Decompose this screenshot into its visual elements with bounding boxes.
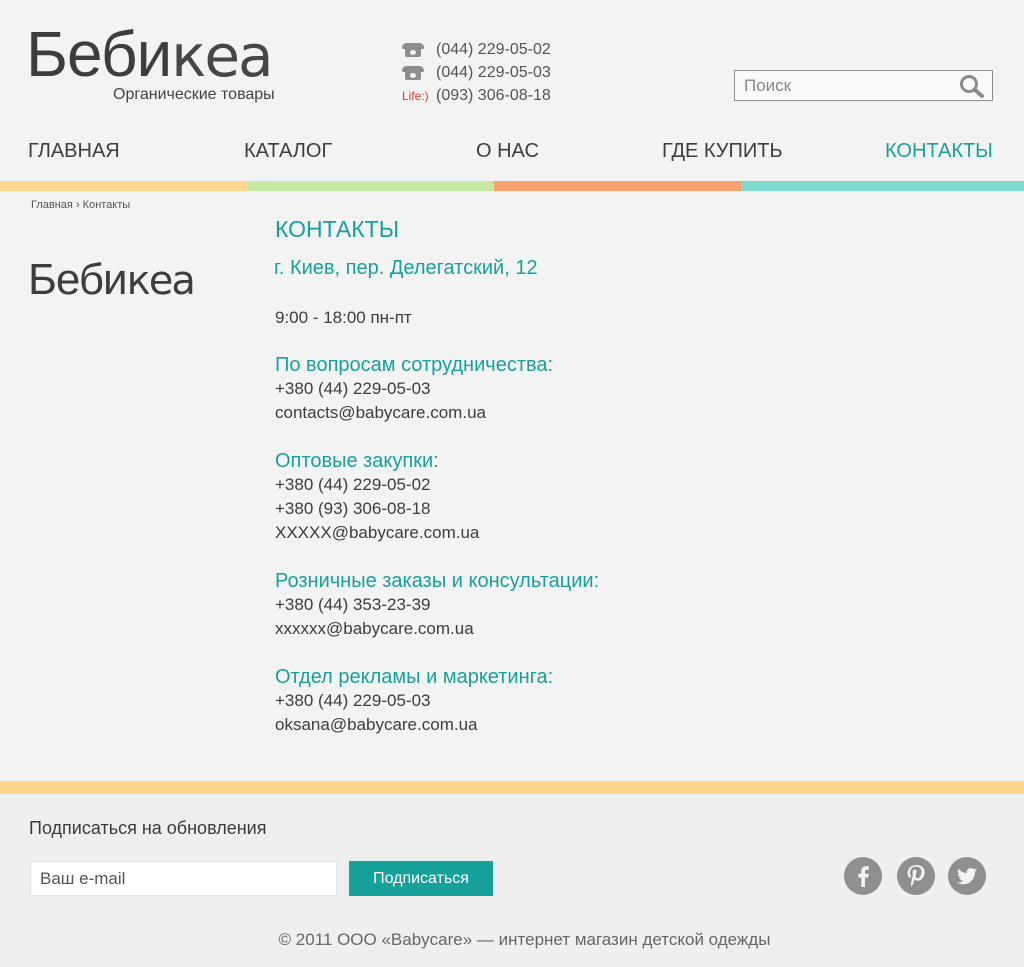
life-operator-label: Life:) (402, 88, 429, 103)
phone-row: (044) 229-05-02 (402, 38, 551, 61)
section-heading: Оптовые закупки: (275, 450, 439, 472)
sidebar-logo-part-1: Беби (28, 255, 128, 304)
phone-row: (044) 229-05-03 (402, 61, 551, 84)
nav-stripe-green (247, 181, 494, 191)
sidebar-logo: Бебикеа (28, 254, 196, 307)
breadcrumb-current: Контакты (82, 199, 131, 211)
phone-number[interactable]: (044) 229-05-02 (436, 41, 551, 59)
contact-section-marketing: Отдел рекламы и маркетинга: +380 (44) 22… (275, 665, 775, 737)
phone-number[interactable]: (093) 306-08-18 (436, 87, 551, 105)
page-title: КОНТАКТЫ (275, 216, 400, 242)
nav-item-contacts[interactable]: КОНТАКТЫ (885, 140, 993, 163)
facebook-icon[interactable] (844, 857, 882, 895)
working-hours: 9:00 - 18:00 пн-пт (275, 308, 412, 327)
email-field[interactable] (30, 861, 337, 896)
section-phone[interactable]: +380 (44) 229-05-02 (275, 473, 775, 497)
section-phone[interactable]: +380 (44) 353-23-39 (275, 593, 775, 617)
section-heading: По вопросам сотрудничества: (275, 354, 554, 376)
breadcrumb: Главная › Контакты (31, 199, 130, 211)
section-phone[interactable]: +380 (44) 229-05-03 (275, 377, 775, 401)
contact-section-retail: Розничные заказы и консультации: +380 (4… (275, 569, 775, 641)
section-email[interactable]: contacts@babycare.com.ua (275, 401, 775, 425)
phone-icon (402, 65, 424, 80)
nav-item-about[interactable]: О НАС (476, 140, 539, 163)
pinterest-icon[interactable] (897, 857, 935, 895)
search-box (734, 70, 993, 101)
section-heading: Отдел рекламы и маркетинга: (275, 666, 554, 688)
breadcrumb-separator: › (75, 199, 80, 211)
nav-item-home[interactable]: ГЛАВНАЯ (28, 140, 120, 163)
section-email[interactable]: xxxxxx@babycare.com.ua (275, 617, 775, 641)
phone-list: (044) 229-05-02 (044) 229-05-03 Life:) (… (402, 38, 551, 107)
sidebar-logo-part-2: кеа (126, 258, 196, 304)
subscribe-title: Подписаться на обновления (29, 818, 267, 838)
footer-stripe (0, 781, 1024, 794)
phone-icon (402, 42, 424, 57)
subscribe-button[interactable]: Подписаться (349, 861, 493, 896)
logo-part-2: кеа (171, 22, 273, 90)
logo-tagline: Органические товары (113, 86, 275, 103)
section-phone[interactable]: +380 (44) 229-05-03 (275, 689, 775, 713)
section-heading: Розничные заказы и консультации: (275, 570, 600, 592)
address: г. Киев, пер. Делегатский, 12 (274, 257, 538, 279)
section-email[interactable]: oksana@babycare.com.ua (275, 713, 775, 737)
breadcrumb-home[interactable]: Главная (31, 199, 73, 211)
search-icon[interactable] (959, 74, 985, 98)
search-input[interactable] (735, 71, 945, 100)
section-email[interactable]: XXXXX@babycare.com.ua (275, 521, 775, 545)
nav-stripe-yellow (0, 181, 247, 191)
twitter-icon[interactable] (948, 857, 986, 895)
logo-part-1: Беби (26, 18, 172, 90)
contact-section-cooperation: По вопросам сотрудничества: +380 (44) 22… (275, 353, 775, 425)
nav-item-where-to-buy[interactable]: ГДЕ КУПИТЬ (662, 140, 783, 163)
contact-section-wholesale: Оптовые закупки: +380 (44) 229-05-02 +38… (275, 449, 775, 545)
phone-number[interactable]: (044) 229-05-03 (436, 64, 551, 82)
nav-stripe-orange (494, 181, 741, 191)
copyright: © 2011 ООО «Babycare» — интернет магазин… (278, 930, 771, 949)
section-phone[interactable]: +380 (93) 306-08-18 (275, 497, 775, 521)
phone-row: Life:) (093) 306-08-18 (402, 84, 551, 107)
nav-stripe-teal (741, 181, 1024, 191)
logo[interactable]: Бебикеа (26, 18, 274, 92)
nav-item-catalog[interactable]: КАТАЛОГ (244, 140, 332, 163)
